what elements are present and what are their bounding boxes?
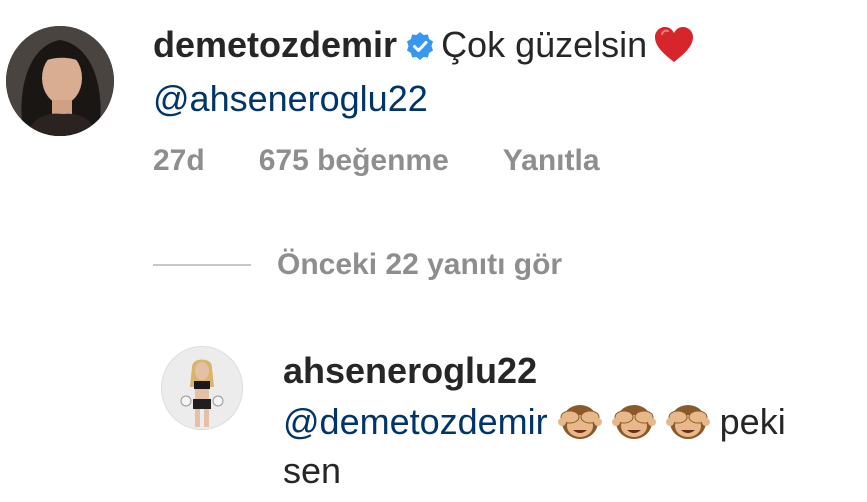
comment-text: Çok güzelsin (441, 24, 648, 65)
view-replies-label: Önceki 22 yanıtı gör (277, 248, 563, 281)
reply-text: peki (719, 401, 786, 442)
see-no-evil-monkey-icon (611, 400, 656, 442)
reply-mention-link[interactable]: @demetozdemir (283, 401, 548, 442)
reply-username[interactable]: ahseneroglu22 (283, 350, 537, 391)
reply-avatar[interactable] (161, 346, 243, 430)
verified-badge-icon (405, 28, 435, 60)
comment-time: 27d (153, 144, 205, 177)
comment-mention-link[interactable]: @ahseneroglu22 (153, 78, 428, 119)
avatar[interactable] (6, 26, 114, 136)
reply-text-line2: sen (283, 450, 342, 491)
red-heart-icon (653, 25, 695, 65)
see-no-evil-monkey-icon (557, 400, 602, 442)
comment-likes[interactable]: 675 beğenme (259, 144, 449, 177)
view-previous-replies-button[interactable]: Önceki 22 yanıtı gör (153, 245, 562, 285)
divider-line (153, 264, 251, 266)
see-no-evil-monkey-icon (665, 400, 710, 442)
reply-button[interactable]: Yanıtla (503, 144, 600, 177)
comment-username[interactable]: demetozdemir (153, 24, 397, 65)
comment-meta: 27d 675 beğenme Yanıtla (153, 144, 654, 178)
